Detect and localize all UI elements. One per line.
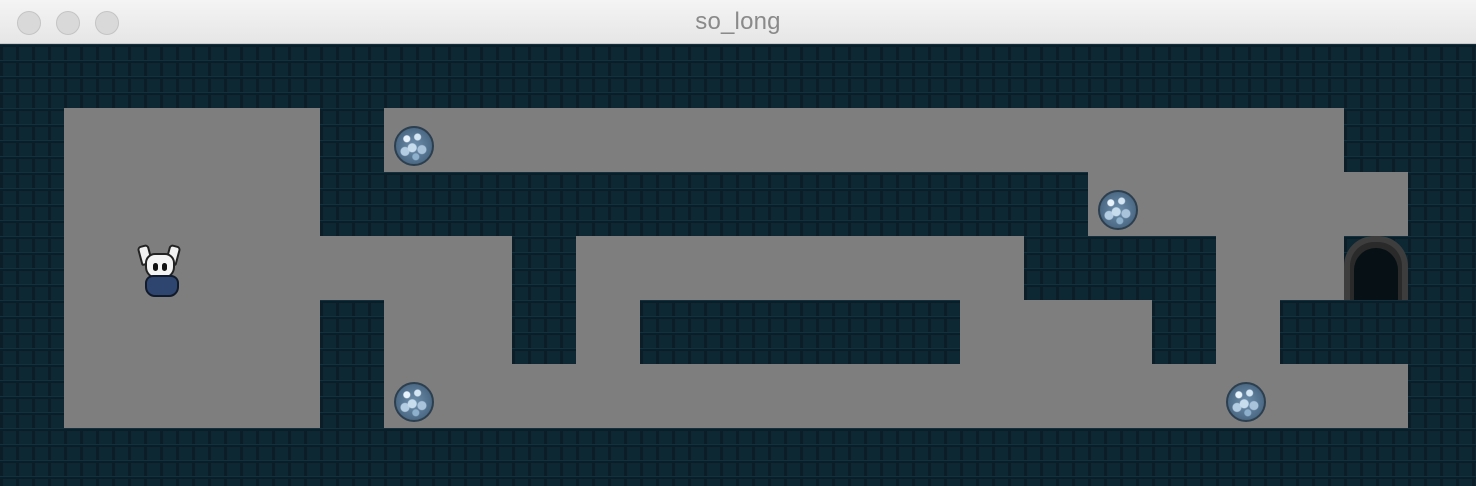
floor-corridor-top — [384, 108, 1344, 172]
exit-doorway — [1354, 248, 1398, 300]
collectible-gem — [394, 126, 434, 166]
player-body — [145, 275, 179, 297]
title-bar[interactable]: so_long — [0, 0, 1476, 44]
player-right-eye — [162, 263, 167, 271]
player-sprite — [136, 243, 182, 297]
floor-room-left — [64, 108, 320, 428]
window-title: so_long — [695, 8, 781, 35]
exit-door — [1344, 236, 1408, 300]
game-board — [0, 44, 1476, 486]
floor-corridor-exit-column — [1280, 236, 1344, 300]
collectible-gem — [394, 382, 434, 422]
floor-corridor-right-mid — [960, 300, 1152, 364]
game-window: so_long — [0, 0, 1476, 486]
player-left-eye — [153, 263, 158, 271]
collectible-gem — [1098, 190, 1138, 230]
floor-corridor-center-top — [576, 236, 1024, 300]
collectible-gem — [1226, 382, 1266, 422]
